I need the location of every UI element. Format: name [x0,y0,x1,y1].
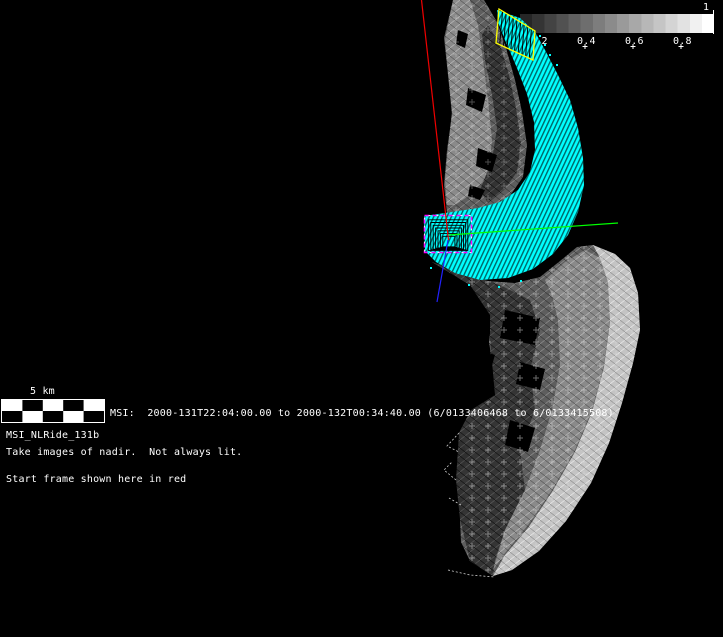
x-axis-red [422,0,449,240]
colorbar-tick-marks [583,10,714,49]
mesh-south-vertices [432,245,640,576]
application-window: 1 0.2 0.4 0.6 0.8 [0,0,723,637]
asteroid-mesh-south [432,245,640,577]
asteroid-3d-viewport[interactable] [0,0,723,637]
